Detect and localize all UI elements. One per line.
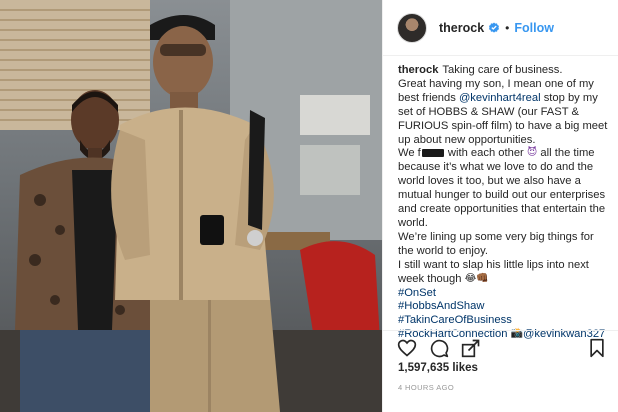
header-username[interactable]: therock xyxy=(439,21,484,35)
avatar[interactable] xyxy=(397,12,427,43)
caption-line-4: We’re lining up some very big things for… xyxy=(398,230,594,257)
caption-line-5: I still want to slap his little lips int… xyxy=(398,258,589,285)
post-timestamp[interactable]: 4 HOURS AGO xyxy=(398,383,454,392)
like-count[interactable]: 1,597,635 likes xyxy=(398,362,478,374)
mention-kevinhart4real[interactable]: @kevinhart4real xyxy=(459,92,541,104)
share-icon[interactable] xyxy=(461,338,481,358)
wall-poster xyxy=(300,145,360,195)
heart-icon[interactable] xyxy=(397,338,417,358)
censor-bar xyxy=(421,149,444,158)
laughing-fist-emoji: 😂👊🏾 xyxy=(464,272,489,284)
post-header: therock • Follow xyxy=(383,0,618,56)
caption-line-3a: We f xyxy=(398,147,421,160)
devil-emoji: 😈 xyxy=(526,147,538,159)
caption-line-3c: all the time because it’s what we love t… xyxy=(398,147,606,229)
caption-line-1: Taking care of business. xyxy=(442,64,563,76)
comment-icon[interactable] xyxy=(429,338,449,358)
follow-button[interactable]: Follow xyxy=(514,21,554,35)
bookmark-icon[interactable] xyxy=(587,338,607,358)
header-separator: • xyxy=(505,20,510,35)
hashtag-takincareofbusiness[interactable]: #TakinCareOfBusiness xyxy=(398,314,512,326)
verified-badge-icon xyxy=(488,22,500,34)
wall-poster xyxy=(300,95,370,135)
post-panel: therock • Follow therock Taking care of b… xyxy=(382,0,618,412)
caption-line-3b: with each other xyxy=(444,147,527,160)
photo-illustration xyxy=(0,0,382,412)
hashtag-hobbsandshaw[interactable]: #HobbsAndShaw xyxy=(398,300,484,312)
hashtag-onset[interactable]: #OnSet xyxy=(398,287,436,299)
post-caption: therock Taking care of business. Great ha… xyxy=(398,64,612,342)
post-actions xyxy=(383,330,618,364)
post-photo[interactable] xyxy=(0,0,382,412)
red-jacket xyxy=(300,241,380,345)
caption-username[interactable]: therock xyxy=(398,64,438,76)
